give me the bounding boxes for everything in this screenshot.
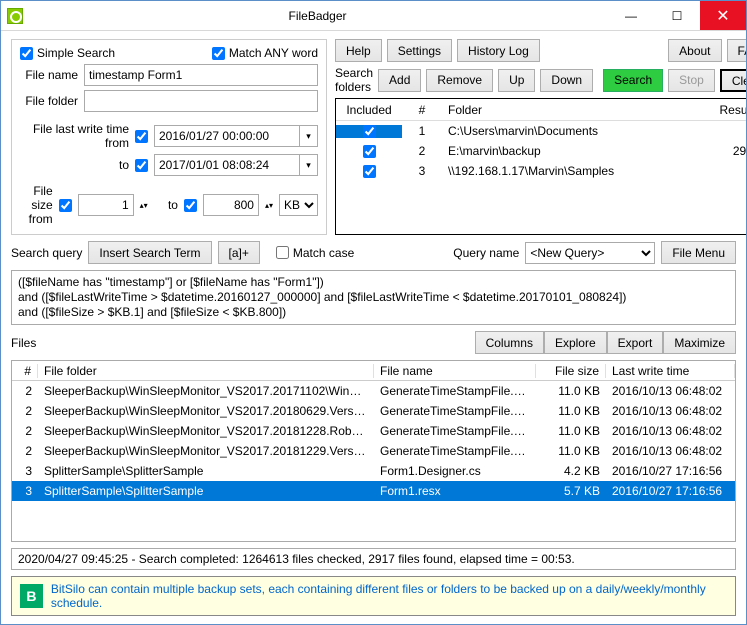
down-button[interactable]: Down: [540, 69, 593, 92]
size-from-checkbox[interactable]: [59, 199, 72, 212]
size-to-label: to: [154, 198, 178, 212]
file-menu-button[interactable]: File Menu: [661, 241, 736, 264]
query-text[interactable]: ([$fileName has "timestamp"] or [$fileNa…: [11, 270, 736, 325]
lwt-from-input[interactable]: ▾: [154, 125, 318, 147]
lwt-from-checkbox[interactable]: [135, 130, 148, 143]
query-name-label: Query name: [453, 246, 519, 260]
lwt-to-checkbox[interactable]: [135, 159, 148, 172]
result-row[interactable]: 3SplitterSample\SplitterSampleForm1.Desi…: [12, 461, 735, 481]
simple-search-panel: Simple Search Match ANY word File name F…: [11, 39, 327, 235]
size-from-input[interactable]: [78, 194, 134, 216]
folder-label: File folder: [20, 94, 78, 108]
result-row[interactable]: 2SleeperBackup\WinSleepMonitor_VS2017.20…: [12, 421, 735, 441]
folder-row[interactable]: 1C:\Users\marvin\Documents1: [336, 121, 746, 141]
faq-button[interactable]: FAQ: [727, 39, 747, 62]
bitsilo-icon: B: [20, 584, 43, 608]
maximize-button-files[interactable]: Maximize: [663, 331, 736, 354]
match-case-checkbox[interactable]: Match case: [276, 246, 354, 260]
result-row[interactable]: 2SleeperBackup\WinSleepMonitor_VS2017.20…: [12, 381, 735, 401]
search-query-label: Search query: [11, 246, 82, 260]
last-write-from-label: File last write time from: [20, 122, 129, 150]
size-unit-select[interactable]: KB: [279, 194, 318, 216]
remove-button[interactable]: Remove: [426, 69, 493, 92]
result-row[interactable]: 3SplitterSample\SplitterSampleForm1.resx…: [12, 481, 735, 501]
up-button[interactable]: Up: [498, 69, 535, 92]
status-bar: 2020/04/27 09:45:25 - Search completed: …: [11, 548, 736, 570]
stop-button[interactable]: Stop: [668, 69, 715, 92]
help-button[interactable]: Help: [335, 39, 382, 62]
columns-button[interactable]: Columns: [475, 331, 544, 354]
last-write-to-label: to: [20, 158, 129, 172]
results-table[interactable]: # File folder File name File size Last w…: [11, 360, 736, 542]
clear-button[interactable]: Clear: [720, 69, 746, 92]
folder-input[interactable]: [84, 90, 318, 112]
filename-label: File name: [20, 68, 78, 82]
settings-button[interactable]: Settings: [387, 39, 452, 62]
results-header: # File folder File name File size Last w…: [12, 361, 735, 381]
close-button[interactable]: ✕: [700, 1, 746, 30]
folder-row[interactable]: 3\\192.168.1.17\Marvin\Samples2: [336, 161, 746, 181]
promo-banner[interactable]: B BitSilo can contain multiple backup se…: [11, 576, 736, 616]
app-icon: [7, 8, 23, 24]
about-button[interactable]: About: [668, 39, 721, 62]
maximize-button[interactable]: ☐: [654, 1, 700, 30]
a-plus-button[interactable]: [a]+: [218, 241, 260, 264]
search-button[interactable]: Search: [603, 69, 663, 92]
insert-search-term-button[interactable]: Insert Search Term: [88, 241, 211, 264]
add-button[interactable]: Add: [378, 69, 421, 92]
size-to-checkbox[interactable]: [184, 199, 197, 212]
titlebar: FileBadger — ☐ ✕: [1, 1, 746, 31]
match-any-checkbox[interactable]: Match ANY word: [212, 46, 318, 60]
simple-search-checkbox[interactable]: Simple Search: [20, 46, 115, 60]
folders-table[interactable]: Included # Folder Results 1C:\Users\marv…: [335, 98, 746, 235]
search-folders-label: Search folders: [335, 66, 373, 94]
result-row[interactable]: 2SleeperBackup\WinSleepMonitor_VS2017.20…: [12, 441, 735, 461]
export-button[interactable]: Export: [607, 331, 664, 354]
size-from-label: File size from: [20, 184, 53, 226]
result-row[interactable]: 2SleeperBackup\WinSleepMonitor_VS2017.20…: [12, 401, 735, 421]
files-label: Files: [11, 336, 36, 350]
history-log-button[interactable]: History Log: [457, 39, 540, 62]
lwt-to-input[interactable]: ▾: [154, 154, 318, 176]
size-to-input[interactable]: [203, 194, 259, 216]
folders-header: Included # Folder Results: [336, 99, 746, 121]
window-title: FileBadger: [27, 9, 608, 23]
promo-text: BitSilo can contain multiple backup sets…: [51, 582, 727, 610]
explore-button[interactable]: Explore: [544, 331, 607, 354]
filename-input[interactable]: [84, 64, 318, 86]
minimize-button[interactable]: —: [608, 1, 654, 30]
query-name-select[interactable]: <New Query>: [525, 242, 655, 264]
folder-row[interactable]: 2E:\marvin\backup2914: [336, 141, 746, 161]
